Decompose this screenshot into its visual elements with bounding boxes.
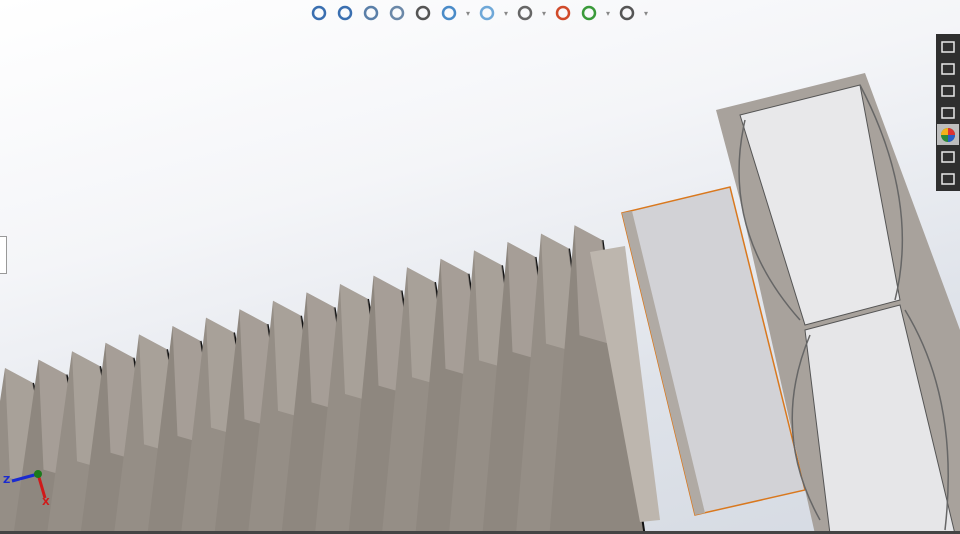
dropdown-arrow-icon[interactable]: ▾ — [642, 9, 650, 18]
appearances-scenes-icon[interactable] — [937, 124, 959, 145]
dropdown-arrow-icon[interactable]: ▾ — [604, 9, 612, 18]
view-palette-icon[interactable] — [937, 102, 959, 123]
zoom-to-fit-icon[interactable] — [308, 2, 330, 24]
section-view-icon[interactable] — [386, 2, 408, 24]
dropdown-arrow-icon[interactable]: ▾ — [502, 9, 510, 18]
view-orientation-icon[interactable] — [438, 2, 460, 24]
apply-scene-icon[interactable] — [578, 2, 600, 24]
triad-x-label: X — [42, 497, 50, 508]
dropdown-arrow-icon[interactable]: ▾ — [464, 9, 472, 18]
solidworks-forum-icon[interactable] — [937, 168, 959, 189]
previous-view-icon[interactable] — [360, 2, 382, 24]
custom-properties-icon[interactable] — [937, 146, 959, 167]
design-library-icon[interactable] — [937, 58, 959, 79]
edit-appearance-icon[interactable] — [552, 2, 574, 24]
dropdown-arrow-icon[interactable]: ▾ — [540, 9, 548, 18]
solidworks-resources-icon[interactable] — [937, 36, 959, 57]
dynamic-annotation-views-icon[interactable] — [412, 2, 434, 24]
bolt-thread[interactable] — [0, 225, 646, 534]
file-explorer-icon[interactable] — [937, 80, 959, 101]
hide-show-items-icon[interactable] — [514, 2, 536, 24]
feature-manager-toggle[interactable] — [0, 236, 7, 274]
task-pane-tabs — [936, 34, 960, 191]
triad-z-label: Z — [3, 475, 11, 486]
view-settings-icon[interactable] — [616, 2, 638, 24]
display-style-icon[interactable] — [476, 2, 498, 24]
graphics-viewport[interactable] — [0, 0, 960, 534]
zoom-to-area-icon[interactable] — [334, 2, 356, 24]
heads-up-view-toolbar: ▾ ▾ ▾ ▾ ▾ — [308, 2, 650, 24]
